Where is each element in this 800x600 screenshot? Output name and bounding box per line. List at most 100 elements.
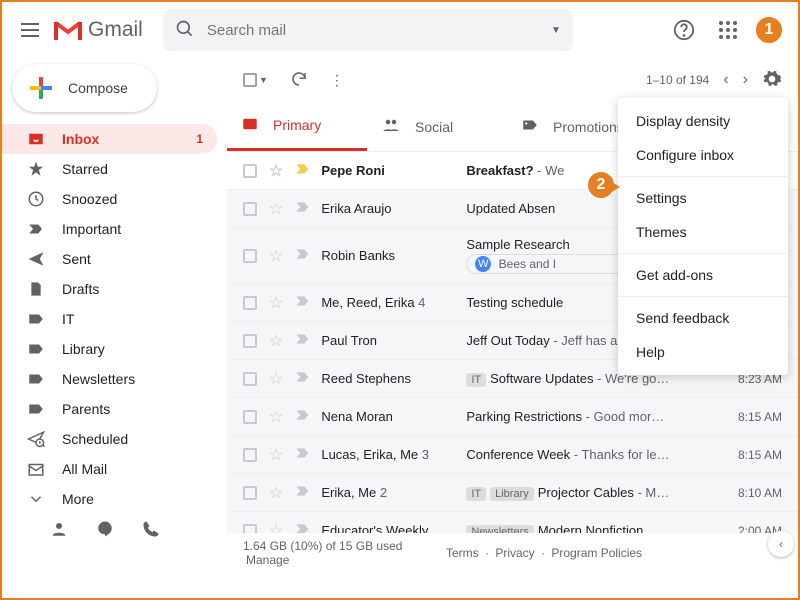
star-icon[interactable]: ☆ bbox=[269, 521, 283, 534]
compose-label: Compose bbox=[68, 80, 128, 96]
star-icon[interactable]: ☆ bbox=[269, 407, 283, 427]
email-checkbox[interactable] bbox=[243, 448, 257, 462]
folder-count: 1 bbox=[196, 132, 203, 146]
star-icon[interactable]: ☆ bbox=[269, 445, 283, 465]
star-icon[interactable]: ☆ bbox=[269, 161, 283, 181]
importance-marker[interactable] bbox=[295, 295, 311, 310]
folder-label: Library bbox=[62, 341, 105, 357]
importance-marker[interactable] bbox=[295, 371, 311, 386]
tab-primary[interactable]: Primary bbox=[227, 102, 367, 151]
sidebar-item-library[interactable]: Library bbox=[2, 334, 217, 364]
email-row[interactable]: ☆ Erika, Me 2ITLibraryProjector Cables - … bbox=[227, 474, 798, 512]
star-icon[interactable]: ☆ bbox=[269, 369, 283, 389]
header-right: 1 bbox=[666, 12, 790, 48]
email-checkbox[interactable] bbox=[243, 202, 257, 216]
importance-marker[interactable] bbox=[295, 409, 311, 424]
privacy-link[interactable]: Privacy bbox=[495, 546, 534, 560]
email-checkbox[interactable] bbox=[243, 164, 257, 178]
sidebar-item-newsletters[interactable]: Newsletters bbox=[2, 364, 217, 394]
folder-label: Inbox bbox=[62, 131, 99, 147]
storage-text: 1.64 GB (10%) of 15 GB used bbox=[243, 539, 443, 553]
sidebar-item-parents[interactable]: Parents bbox=[2, 394, 217, 424]
prev-page-button[interactable]: ‹ bbox=[723, 71, 728, 89]
manage-link[interactable]: Manage bbox=[246, 553, 289, 567]
side-panel-toggle[interactable]: ‹ bbox=[768, 531, 794, 557]
star-icon bbox=[26, 160, 46, 178]
menu-item-themes[interactable]: Themes bbox=[618, 215, 788, 249]
tab-social[interactable]: Social bbox=[367, 102, 507, 151]
importance-marker[interactable] bbox=[295, 485, 311, 500]
importance-marker[interactable] bbox=[295, 248, 311, 263]
allmail-icon bbox=[26, 460, 46, 478]
doc-icon: W bbox=[475, 256, 491, 272]
sidebar-item-snoozed[interactable]: Snoozed bbox=[2, 184, 217, 214]
email-row[interactable]: ☆Lucas, Erika, Me 3Conference Week - Tha… bbox=[227, 436, 798, 474]
star-icon[interactable]: ☆ bbox=[269, 293, 283, 313]
settings-gear-button[interactable] bbox=[762, 69, 782, 92]
email-sender: Lucas, Erika, Me 3 bbox=[321, 447, 466, 462]
star-icon[interactable]: ☆ bbox=[269, 246, 283, 266]
sidebar-item-drafts[interactable]: Drafts bbox=[2, 274, 217, 304]
email-checkbox[interactable] bbox=[243, 334, 257, 348]
importance-marker[interactable] bbox=[295, 201, 311, 216]
apps-button[interactable] bbox=[710, 12, 746, 48]
sidebar-item-more[interactable]: More bbox=[2, 484, 217, 514]
support-button[interactable] bbox=[666, 12, 702, 48]
email-subject: ITLibraryProjector Cables - M… bbox=[466, 485, 728, 501]
sidebar-item-all-mail[interactable]: All Mail bbox=[2, 454, 217, 484]
gmail-m-icon bbox=[54, 19, 82, 41]
email-sender: Reed Stephens bbox=[321, 371, 466, 386]
menu-item-get-add-ons[interactable]: Get add-ons bbox=[618, 258, 788, 292]
gmail-logo[interactable]: Gmail bbox=[54, 18, 143, 42]
hangouts-icon[interactable] bbox=[96, 520, 114, 541]
email-checkbox[interactable] bbox=[243, 249, 257, 263]
email-checkbox[interactable] bbox=[243, 410, 257, 424]
email-checkbox[interactable] bbox=[243, 372, 257, 386]
help-icon bbox=[673, 19, 695, 41]
main-menu-button[interactable] bbox=[10, 10, 50, 50]
email-row[interactable]: ☆Educator's WeeklyNewslettersModern Nonf… bbox=[227, 512, 798, 533]
search-options-arrow[interactable]: ▼ bbox=[551, 25, 561, 36]
compose-button[interactable]: Compose bbox=[12, 64, 157, 112]
search-bar[interactable]: ▼ bbox=[163, 9, 573, 51]
star-icon[interactable]: ☆ bbox=[269, 331, 283, 351]
sidebar: Compose Inbox 1 StarredSnoozedImportantSen… bbox=[2, 58, 227, 573]
star-icon[interactable]: ☆ bbox=[269, 483, 283, 503]
sidebar-item-sent[interactable]: Sent bbox=[2, 244, 217, 274]
importance-marker[interactable] bbox=[295, 163, 311, 178]
terms-link[interactable]: Terms bbox=[446, 546, 479, 560]
folder-label: Newsletters bbox=[62, 371, 135, 387]
important-icon bbox=[26, 220, 46, 238]
sidebar-item-it[interactable]: IT bbox=[2, 304, 217, 334]
email-checkbox[interactable] bbox=[243, 486, 257, 500]
refresh-button[interactable] bbox=[290, 70, 308, 91]
phone-icon[interactable] bbox=[142, 520, 160, 541]
menu-item-send-feedback[interactable]: Send feedback bbox=[618, 301, 788, 335]
sidebar-item-scheduled[interactable]: Scheduled bbox=[2, 424, 217, 454]
sidebar-item-important[interactable]: Important bbox=[2, 214, 217, 244]
label-badge: Library bbox=[490, 487, 534, 501]
email-sender: Erika, Me 2 bbox=[321, 485, 466, 500]
menu-item-configure-inbox[interactable]: Configure inbox bbox=[618, 138, 788, 172]
sidebar-item-inbox[interactable]: Inbox 1 bbox=[2, 124, 217, 154]
email-checkbox[interactable] bbox=[243, 524, 257, 534]
email-checkbox[interactable] bbox=[243, 296, 257, 310]
select-dropdown-arrow[interactable]: ▼ bbox=[259, 75, 268, 85]
menu-item-help[interactable]: Help bbox=[618, 335, 788, 369]
search-icon bbox=[175, 19, 195, 42]
importance-marker[interactable] bbox=[295, 523, 311, 533]
settings-menu: 2 Display densityConfigure inboxSettings… bbox=[618, 98, 788, 375]
email-row[interactable]: ☆Nena MoranParking Restrictions - Good m… bbox=[227, 398, 798, 436]
next-page-button[interactable]: › bbox=[743, 71, 748, 89]
menu-item-settings[interactable]: Settings bbox=[618, 181, 788, 215]
importance-marker[interactable] bbox=[295, 447, 311, 462]
sidebar-item-starred[interactable]: Starred bbox=[2, 154, 217, 184]
more-button[interactable]: ⋮ bbox=[330, 72, 344, 89]
menu-item-display-density[interactable]: Display density bbox=[618, 104, 788, 138]
person-icon[interactable] bbox=[50, 520, 68, 541]
select-all-checkbox[interactable] bbox=[243, 73, 257, 87]
importance-marker[interactable] bbox=[295, 333, 311, 348]
search-input[interactable] bbox=[207, 22, 551, 39]
star-icon[interactable]: ☆ bbox=[269, 199, 283, 219]
policies-link[interactable]: Program Policies bbox=[551, 546, 642, 560]
